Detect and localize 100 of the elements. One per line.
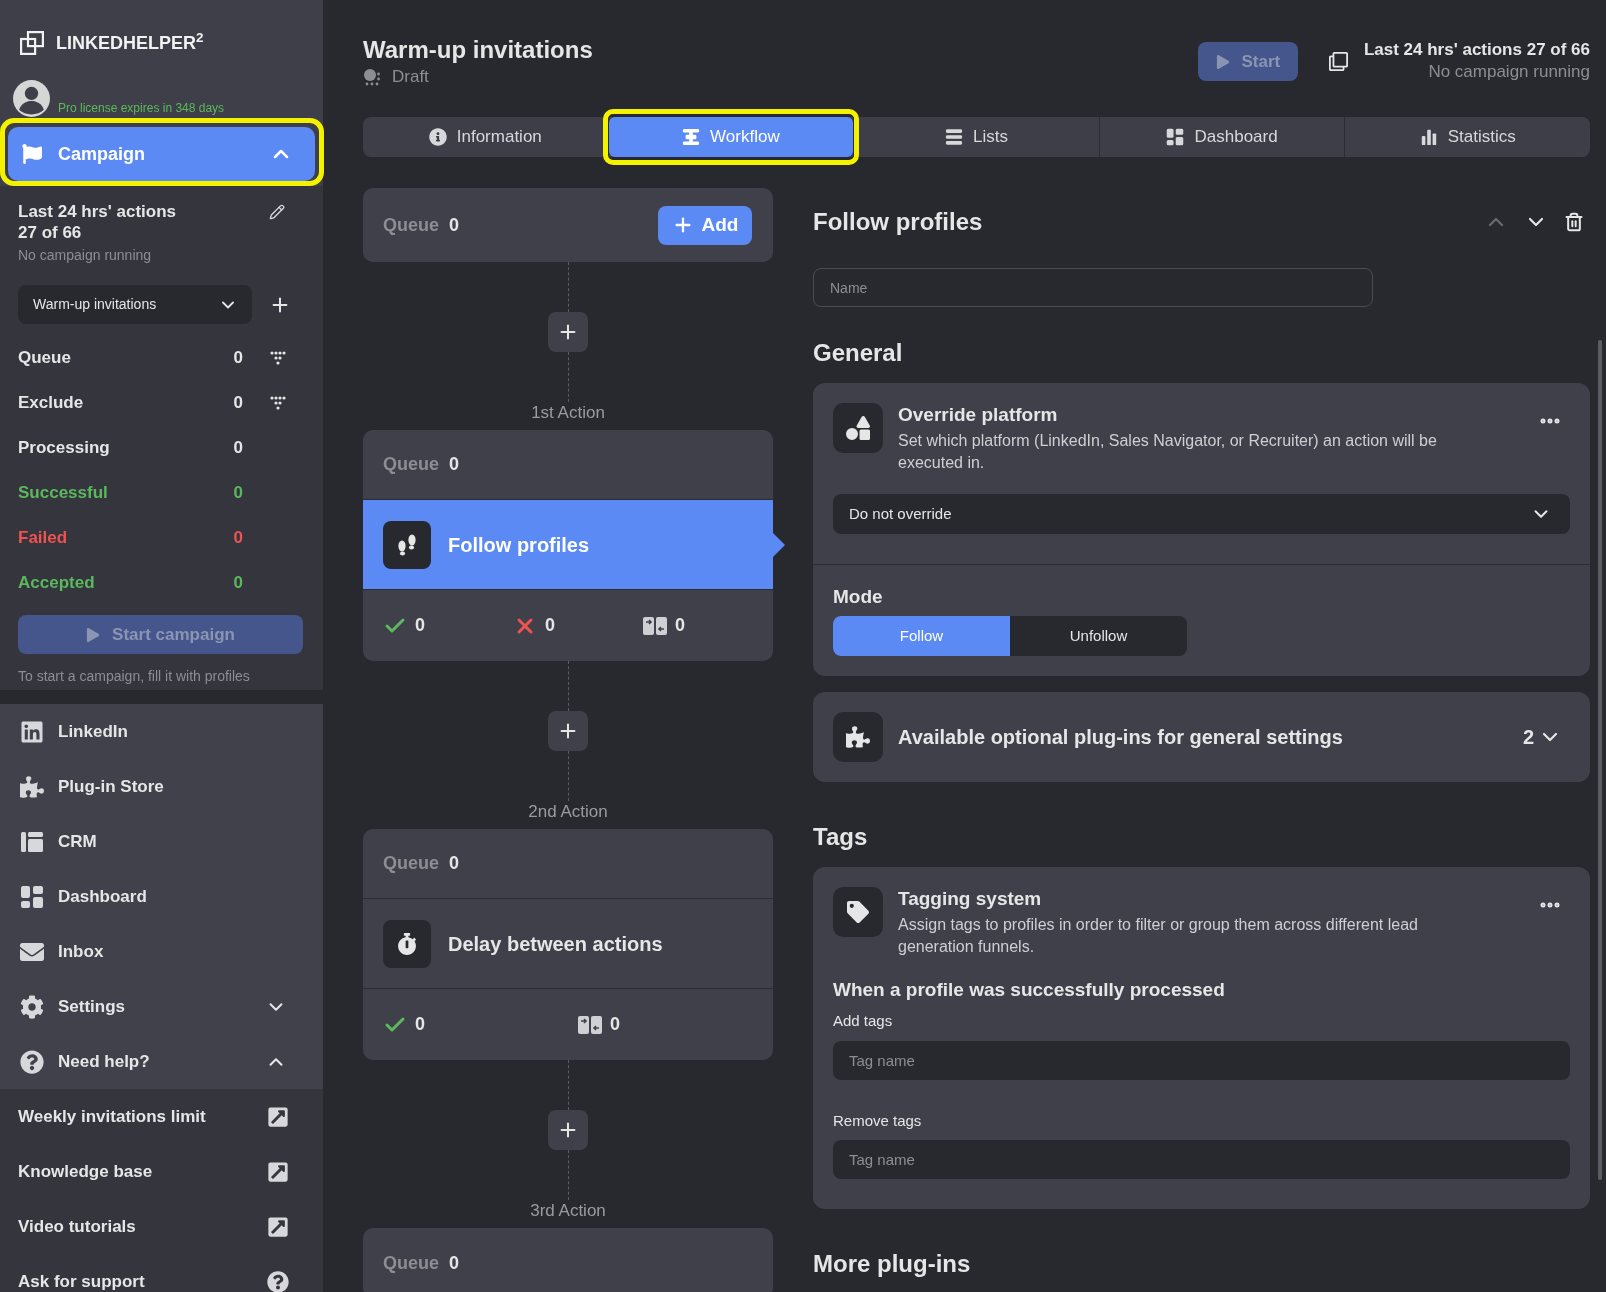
play-icon [1215,54,1230,69]
card-title: Available optional plug-ins for general settings [898,725,1344,750]
step-label: 1st Action [531,402,605,424]
mode-option[interactable]: Unfollow [1010,616,1187,656]
campaign-status: No campaign running [18,246,153,265]
section-heading: Tags [813,824,869,850]
help-link[interactable]: Weekly invitations limit [0,1089,323,1144]
field-label: Remove tags [833,1111,923,1131]
connector-line [567,352,569,402]
avatar-icon[interactable] [13,80,50,117]
queue-label: Queue [383,1251,439,1275]
help-link[interactable]: Knowledge base [0,1144,323,1199]
field-label: Add tags [833,1011,894,1031]
license-text: Pro license expires in 348 days [58,101,225,115]
trash-icon[interactable] [1564,212,1584,232]
actions-count: 27 of 66 [18,222,83,243]
dashboard-icon [1166,128,1185,146]
details-title: Follow profiles [813,207,984,237]
tab[interactable]: Lists [854,117,1099,157]
plugin-count: 2 [1522,725,1534,750]
logo-text: LINKEDHELPER$^{2}$ [56,34,204,52]
sidebar-nav-item[interactable]: Settings [0,979,323,1034]
add-step-button[interactable] [548,1110,588,1150]
queue-label: Queue [383,453,439,476]
shapes-icon [833,403,883,453]
sidebar-nav-item[interactable]: Need help? [0,1034,323,1089]
card-title: Override platform [898,403,1059,427]
bar-chart-icon [1419,128,1438,146]
platform-select[interactable]: Do not override [833,494,1570,534]
start-hint: To start a campaign, fill it with profiles [18,667,251,686]
result-count: 0 [610,1013,620,1036]
sidebar-nav-item[interactable]: Plug-in Store [0,759,323,814]
help-link[interactable]: Ask for support [0,1254,323,1292]
tab[interactable]: Information [363,117,608,157]
connector-line [567,1150,569,1200]
card-subheading: When a profile was successfully processed [833,978,1226,1002]
campaign-state: Draft [392,66,429,89]
dots-filter-icon[interactable] [270,350,286,365]
name-input[interactable]: Name [813,268,1373,307]
stat-value: 0 [233,571,243,594]
sidebar-nav-item[interactable]: LinkedIn [0,704,323,759]
copy-icon[interactable] [1328,52,1348,71]
campaign-select[interactable]: Warm-up invitations [18,285,252,324]
stopwatch-icon [383,919,431,968]
split-panels-icon [643,615,667,636]
puzzle-icon [20,774,44,799]
stat-label: Successful [18,481,109,504]
stat-label: Exclude [18,391,85,414]
actions-title: Last 24 hrs' actions [18,201,177,222]
list-icon [945,128,963,146]
queue-label: Queue [383,852,439,875]
add-step-button[interactable] [548,711,588,751]
layout-icon [20,829,44,854]
campaign-title: Warm-up invitations [363,37,593,63]
dots-filter-icon[interactable] [270,395,286,410]
connector-line [567,751,569,801]
action-title: Delay between actions [448,931,663,957]
card-description: Assign tags to profiles in order to filter or group them across different lead generation funnels. [898,915,1419,957]
tab[interactable]: Statistics [1345,117,1590,157]
sidebar-nav-item[interactable]: CRM [0,814,323,869]
scrollbar-thumb[interactable] [1598,340,1602,1180]
external-link-icon [267,1105,289,1128]
play-icon [86,627,101,642]
queue-label: Queue [383,213,439,237]
tag-input[interactable]: Tag name [833,1041,1570,1080]
queue-count: 0 [449,852,460,875]
actions-summary: Last 24 hrs' actions 27 of 66 [1363,39,1590,61]
result-count: 0 [545,614,555,637]
sidebar-nav-item[interactable]: Dashboard [0,869,323,924]
tag-input[interactable]: Tag name [833,1140,1570,1179]
help-link[interactable]: Video tutorials [0,1199,323,1254]
stat-label: Failed [18,526,69,549]
help-icon [20,1049,44,1074]
queue-count: 0 [449,453,460,476]
stat-value: 0 [233,346,243,369]
external-link-icon [267,1215,289,1238]
step-label: 3rd Action [530,1200,606,1222]
sidebar-nav-item[interactable]: Inbox [0,924,323,979]
flag-icon [22,144,42,164]
step-label: 2nd Action [528,801,608,823]
stat-value: 0 [233,481,243,504]
card-description: Set which platform (LinkedIn, Sales Navigator, or Recruiter) an action will be executed in. [898,431,1438,473]
mode-label: Mode [833,585,884,609]
pointer-icon [773,533,785,557]
help-icon [267,1270,289,1292]
result-count: 0 [675,614,685,637]
queue-count: 0 [449,213,461,237]
plugins-card[interactable]: Available optional plug-ins for general settings 2 [813,692,1590,782]
result-count: 0 [415,1013,425,1036]
stat-label: Processing [18,436,111,459]
puzzle-icon [833,712,883,762]
stat-label: Queue [18,346,72,369]
tag-icon [833,887,883,937]
tab[interactable]: Dashboard [1099,117,1345,157]
section-heading: General [813,340,904,366]
action-row[interactable]: Delay between actions [363,899,773,989]
pencil-icon[interactable] [269,204,285,220]
queue-count: 0 [449,1251,460,1275]
add-step-button[interactable] [548,312,588,352]
action-title: Follow profiles [448,532,590,558]
